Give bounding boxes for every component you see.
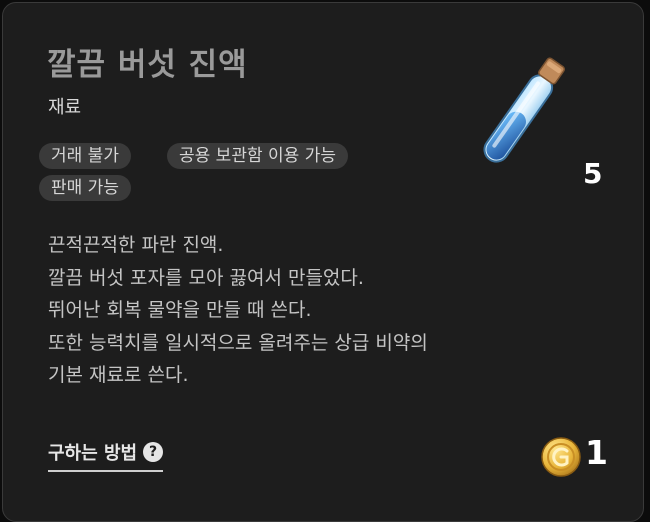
blue-potion-vial-icon [483, 57, 566, 163]
tag-untradeable: 거래 불가 [39, 143, 131, 169]
gold-coin-icon [541, 437, 581, 477]
tag-shared-storage: 공용 보관함 이용 가능 [167, 143, 348, 169]
description-line: 또한 능력치를 일시적으로 올려주는 상급 비약의 [48, 331, 428, 354]
item-category: 재료 [48, 97, 82, 118]
item-tooltip-card: 깔끔 버섯 진액 재료 거래 불가 공용 보관함 이용 가능 판매 가능 5 끈… [2, 2, 644, 522]
tag-sellable: 판매 가능 [39, 175, 131, 201]
item-price: 1 [585, 433, 608, 472]
description-line: 뛰어난 회복 물약을 만들 때 쓴다. [48, 299, 312, 321]
item-name: 깔끔 버섯 진액 [47, 47, 248, 83]
help-icon[interactable]: ? [143, 442, 164, 462]
item-quantity: 5 [583, 157, 603, 190]
description-line: 기본 재료로 쓴다. [48, 364, 189, 386]
item-description: 끈적끈적한 파란 진액. 깔끔 버섯 포자를 모아 끓여서 만들었다. 뛰어난 … [48, 229, 608, 392]
description-line: 끈적끈적한 파란 진액. [48, 234, 224, 256]
how-to-obtain-label: 구하는 방법 [48, 443, 138, 464]
description-line: 깔끔 버섯 포자를 모아 끓여서 만들었다. [48, 266, 364, 289]
how-to-obtain-link[interactable]: 구하는 방법 ? [48, 439, 164, 472]
